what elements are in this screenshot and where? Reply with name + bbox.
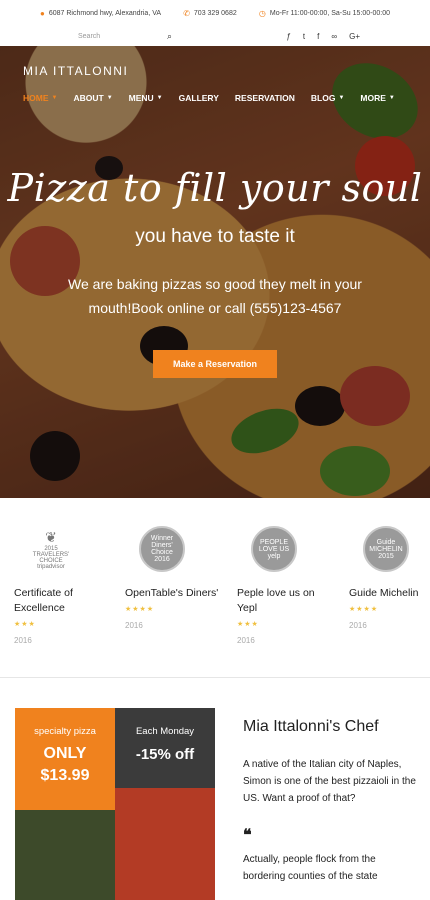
- award-card: Guide MICHELIN 2015 Guide Michelin ★★★★ 20…: [349, 526, 430, 630]
- quote-icon: ❝: [243, 827, 252, 844]
- site-logo[interactable]: MIA ITTALONNI: [23, 64, 128, 78]
- phone-item[interactable]: ✆ 703 329 0682: [183, 9, 237, 18]
- search-row: Search ⌕ ƒ t f ∞ G+: [0, 26, 430, 46]
- location-pin-icon: ●: [40, 8, 45, 18]
- twitter-icon[interactable]: t: [303, 32, 305, 41]
- hero-subtitle: you have to taste it: [135, 226, 295, 247]
- award-title: OpenTable's Diners': [125, 587, 219, 599]
- hours-text: Mo-Fr 11:00-00:00, Sa-Su 15:00-00:00: [269, 9, 390, 17]
- hours-item: ◷ Mo-Fr 11:00-00:00, Sa-Su 15:00-00:00: [259, 9, 390, 18]
- clock-icon: ◷: [258, 8, 266, 18]
- google-plus-icon[interactable]: G+: [349, 32, 360, 41]
- hero-title: Pizza to fill your soul: [7, 166, 423, 210]
- search-input[interactable]: Search: [78, 33, 100, 40]
- awards-section: ❦ 2015 TRAVELERS' CHOICE tripadvisor Certi…: [0, 498, 430, 678]
- yelp-badge-icon: PEOPLE LOVE US yelp: [251, 526, 297, 572]
- chef-info: Mia Ittalonni's Chef A native of the Ita…: [243, 718, 418, 885]
- hero-section: MIA ITTALONNI HOME ▼ ABOUT ▼ MENU ▼ GALLERY…: [0, 46, 430, 498]
- chevron-down-icon: ▼: [388, 95, 395, 101]
- promo-price: $13.99: [40, 767, 90, 784]
- search-icon[interactable]: ⌕: [167, 31, 172, 42]
- chef-bio: A native of the Italian city of Naples, …: [243, 759, 416, 804]
- award-stars: ★★★★: [349, 606, 379, 613]
- opentable-badge-icon: Winner Diners' Choice 2016: [139, 526, 185, 572]
- specialty-pizza-promo[interactable]: specialty pizza ONLY $13.99: [15, 708, 115, 900]
- social-links: ƒ t f ∞ G+: [286, 32, 360, 41]
- award-year: 2016: [237, 636, 255, 645]
- phone-text[interactable]: 703 329 0682: [194, 10, 237, 17]
- address-item: ● 6087 Richmond hwy, Alexandria, VA: [40, 9, 161, 18]
- make-reservation-button[interactable]: Make a Reservation: [152, 350, 278, 378]
- promo-label: specialty pizza: [34, 726, 96, 737]
- search-box[interactable]: Search ⌕: [78, 31, 172, 42]
- award-title: Certificate of Excellence: [14, 587, 73, 614]
- nav-menu: HOME ▼ ABOUT ▼ MENU ▼ GALLERY RESERVATION B…: [23, 93, 395, 103]
- chef-section: specialty pizza ONLY $13.99 Each Monday …: [0, 678, 430, 900]
- top-info-bar: ● 6087 Richmond hwy, Alexandria, VA ✆ 70…: [0, 0, 430, 26]
- monday-discount-promo[interactable]: Each Monday -15% off: [115, 708, 215, 900]
- nav-item-gallery[interactable]: GALLERY: [179, 93, 219, 103]
- award-stars: ★★★: [237, 621, 259, 628]
- award-stars: ★★★★: [125, 606, 155, 613]
- chef-heading: Mia Ittalonni's Chef: [243, 718, 379, 735]
- michelin-badge-icon: Guide MICHELIN 2015: [363, 526, 409, 572]
- nav-item-reservation[interactable]: RESERVATION: [235, 93, 295, 103]
- hero-description: We are baking pizzas so good they melt i…: [68, 276, 362, 316]
- award-stars: ★★★: [14, 621, 36, 628]
- award-year: 2016: [349, 621, 367, 630]
- nav-item-about[interactable]: ABOUT ▼: [73, 93, 112, 103]
- award-card: ❦ 2015 TRAVELERS' CHOICE tripadvisor Certi…: [14, 526, 114, 646]
- chef-quote: Actually, people flock from the borderin…: [243, 854, 378, 882]
- nav-item-more[interactable]: MORE ▼: [360, 93, 394, 103]
- address-text: 6087 Richmond hwy, Alexandria, VA: [48, 9, 162, 17]
- nav-item-blog[interactable]: BLOG ▼: [311, 93, 345, 103]
- chevron-down-icon: ▼: [156, 95, 163, 101]
- promo-label: Each Monday: [135, 726, 195, 737]
- facebook-icon[interactable]: f: [317, 32, 319, 41]
- hero-content: Pizza to fill your soul you have to tast…: [0, 166, 430, 378]
- award-card: Winner Diners' Choice 2016 OpenTable's Din…: [125, 526, 225, 630]
- tripadvisor-badge-icon: ❦ 2015 TRAVELERS' CHOICE tripadvisor: [32, 528, 70, 570]
- award-year: 2016: [125, 621, 143, 630]
- promo-discount: -15% off: [135, 746, 195, 763]
- tripadvisor-icon[interactable]: ∞: [331, 32, 337, 41]
- phone-icon: ✆: [183, 8, 190, 18]
- chevron-down-icon: ▼: [338, 95, 345, 101]
- award-title: Peple love us on Yepl: [237, 587, 315, 614]
- chevron-down-icon: ▼: [51, 95, 58, 101]
- nav-item-home[interactable]: HOME ▼: [23, 93, 57, 103]
- award-title: Guide Michelin: [349, 587, 419, 599]
- nav-item-menu[interactable]: MENU ▼: [129, 93, 163, 103]
- award-year: 2016: [14, 636, 32, 645]
- award-card: PEOPLE LOVE US yelp Peple love us on Yepl …: [237, 526, 337, 645]
- promo-only: ONLY: [43, 745, 87, 762]
- foursquare-icon[interactable]: ƒ: [286, 32, 290, 41]
- chevron-down-icon: ▼: [106, 95, 113, 101]
